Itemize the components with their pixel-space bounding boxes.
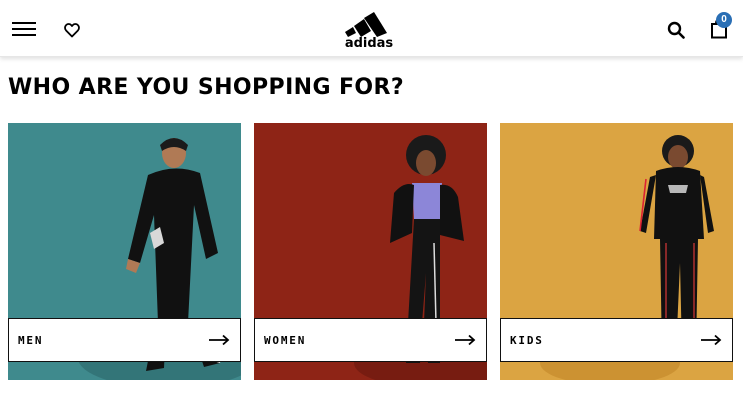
shop-kids-link[interactable]: KIDS (500, 318, 733, 362)
adidas-logo[interactable]: adidas (342, 11, 398, 51)
card-label-women: WOMEN (264, 333, 307, 347)
card-label-kids: KIDS (510, 333, 544, 347)
wishlist-button[interactable] (60, 18, 84, 42)
search-icon (667, 21, 685, 39)
bag-count-badge: 0 (716, 12, 732, 28)
page-heading: WHO ARE YOU SHOPPING FOR? (8, 75, 405, 100)
shop-women-link[interactable]: WOMEN (254, 318, 487, 362)
shop-kids-card[interactable]: KIDS (500, 123, 733, 380)
site-header: adidas 0 (0, 0, 743, 57)
card-label-men: MEN (18, 333, 44, 347)
brand-wordmark: adidas (345, 36, 394, 49)
arrow-right-icon (701, 334, 722, 346)
hamburger-menu-icon (12, 22, 36, 36)
adidas-performance-logo: adidas (345, 12, 394, 51)
menu-button[interactable] (10, 17, 38, 41)
arrow-right-icon (209, 334, 230, 346)
search-button[interactable] (664, 18, 688, 42)
arrow-right-icon (455, 334, 476, 346)
shop-men-link[interactable]: MEN (8, 318, 241, 362)
shop-men-card[interactable]: MEN (8, 123, 241, 380)
shop-women-card[interactable]: WOMEN (254, 123, 487, 380)
heart-icon (64, 22, 80, 37)
